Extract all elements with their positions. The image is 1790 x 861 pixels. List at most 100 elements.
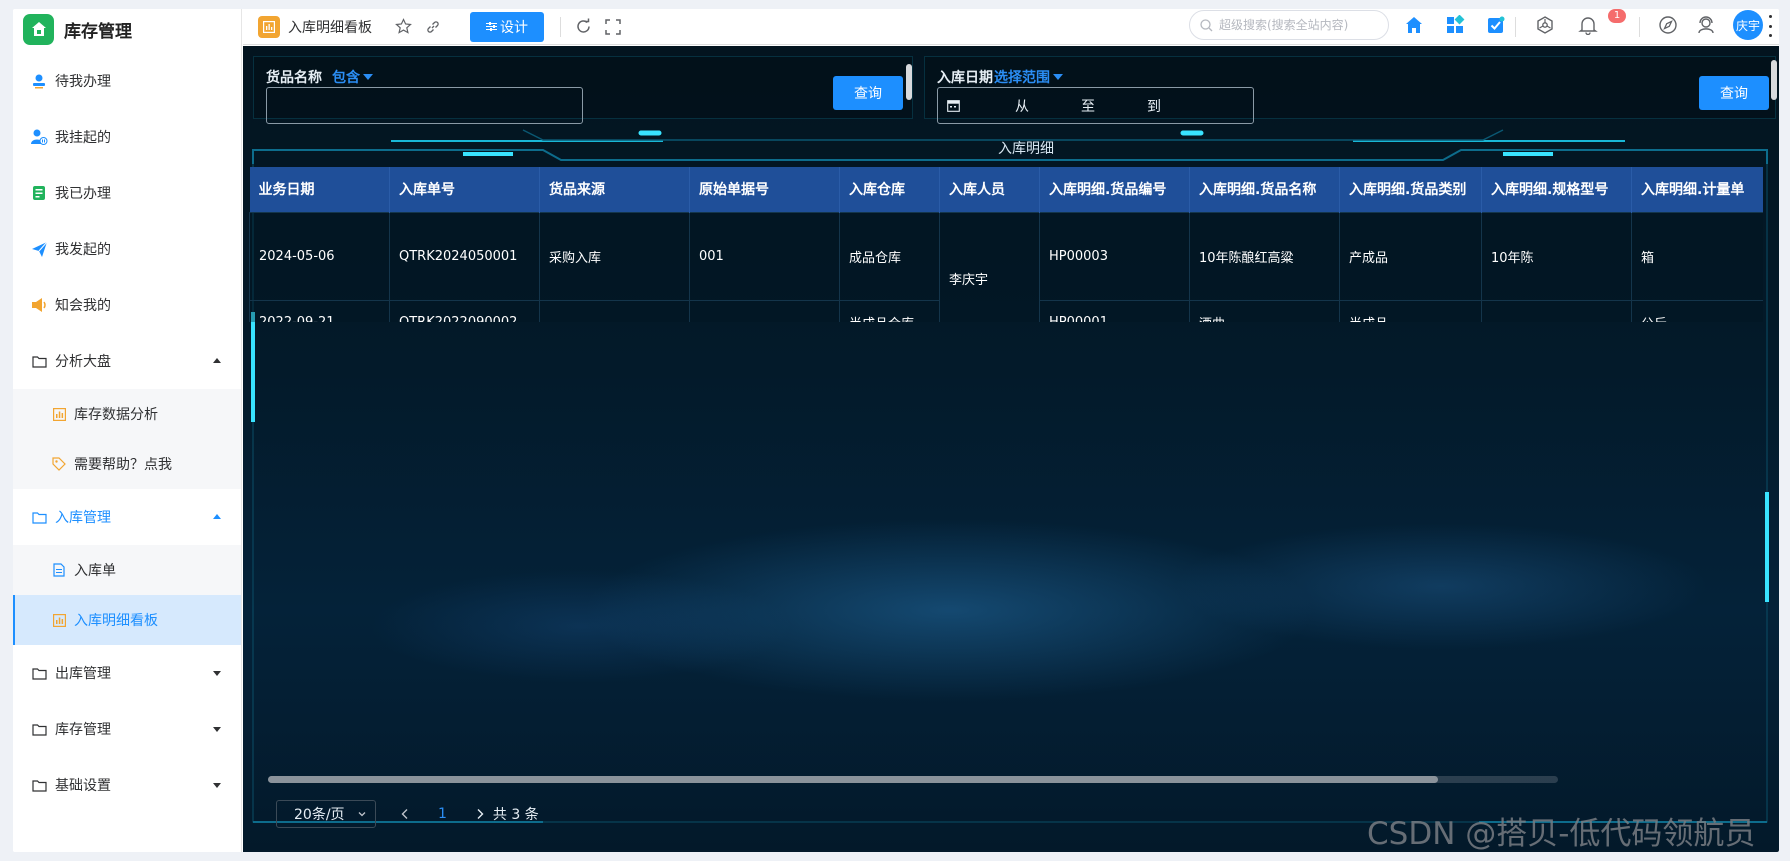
column-header[interactable]: 原始单据号: [689, 167, 840, 212]
expand-caret-icon: [213, 671, 221, 676]
product-name-input[interactable]: [266, 87, 583, 124]
filter-scrollbar[interactable]: [906, 64, 912, 100]
expand-caret-icon: [213, 783, 221, 788]
home-logo-icon: [23, 13, 54, 45]
column-header[interactable]: 入库仓库: [839, 167, 940, 212]
sidebar-group-inbound[interactable]: 入库管理: [13, 489, 241, 545]
dropdown-caret-icon: [1053, 74, 1063, 80]
table-cell: 半成品: [1339, 299, 1482, 322]
sidebar-item-label: 我已办理: [55, 186, 111, 202]
apps-icon[interactable]: [1443, 13, 1467, 37]
sidebar-group-label: 基础设置: [55, 778, 111, 794]
current-page[interactable]: 1: [438, 806, 447, 822]
send-icon: [30, 240, 48, 258]
filter-label: 入库日期: [937, 70, 993, 86]
sidebar-menu: 待我办理 我挂起的 我已办理 我发起的 知会我的 分析大盘 库存数据分析 需要帮…: [13, 53, 241, 813]
expand-caret-icon: [213, 727, 221, 732]
divider: [560, 16, 561, 37]
megaphone-icon: [30, 296, 48, 314]
filter-scrollbar[interactable]: [1771, 60, 1777, 100]
table-cell: 10年陈酿红高粱: [1189, 211, 1340, 301]
chart-icon: [51, 612, 67, 628]
sidebar-group-settings[interactable]: 基础设置: [13, 757, 241, 813]
star-icon[interactable]: [392, 16, 414, 38]
sidebar-item-done[interactable]: 我已办理: [13, 165, 241, 221]
sidebar-item-todo[interactable]: 待我办理: [13, 53, 241, 109]
sidebar-group-stock[interactable]: 库存管理: [13, 701, 241, 757]
more-menu-icon[interactable]: [1767, 15, 1773, 37]
folder-icon: [30, 508, 48, 526]
folder-icon: [30, 664, 48, 682]
column-header[interactable]: 入库明细.货品类别: [1339, 167, 1482, 212]
sidebar-item-label: 入库明细看板: [74, 613, 158, 629]
column-header[interactable]: 入库明细.货品编号: [1039, 167, 1190, 212]
date-from-text: 从: [1015, 98, 1029, 115]
scrollbar-thumb[interactable]: [268, 776, 1438, 783]
product-query-button[interactable]: 查询: [833, 76, 903, 110]
home-icon[interactable]: [1402, 13, 1426, 37]
sidebar-group-outbound[interactable]: 出库管理: [13, 645, 241, 701]
sidebar-group-analysis[interactable]: 分析大盘: [13, 333, 241, 389]
sidebar-item-notified[interactable]: 知会我的: [13, 277, 241, 333]
prev-page-icon[interactable]: [400, 808, 410, 820]
horizontal-scrollbar[interactable]: [268, 776, 1558, 783]
design-button[interactable]: 设计: [470, 11, 544, 42]
divider: [1639, 17, 1640, 37]
folder-icon: [30, 720, 48, 738]
date-range-picker[interactable]: 从 至 到: [937, 87, 1254, 124]
sidebar-item-inbound-dashboard[interactable]: 入库明细看板: [13, 595, 241, 645]
sidebar-group-label: 库存管理: [55, 722, 111, 738]
product-filter: 货品名称 包含: [253, 56, 913, 124]
refresh-icon[interactable]: [572, 16, 594, 38]
sidebar-item-suspended[interactable]: 我挂起的: [13, 109, 241, 165]
support-agent-icon[interactable]: [1694, 13, 1718, 37]
table-cell: [689, 299, 840, 322]
filter-label: 货品名称: [266, 70, 322, 86]
avatar[interactable]: 庆宇: [1733, 10, 1763, 40]
sidebar-item-label: 需要帮助？点我: [74, 457, 172, 473]
bell-icon[interactable]: [1576, 13, 1600, 37]
column-header[interactable]: 入库明细.货品名称: [1189, 167, 1340, 212]
sidebar-group-label: 分析大盘: [55, 354, 111, 370]
table-cell: HP00001: [1039, 299, 1190, 322]
brand[interactable]: 库存管理: [13, 9, 241, 49]
match-mode-dropdown[interactable]: 包含: [332, 67, 373, 87]
date-filter: 入库日期 选择范围 从 至 到: [924, 56, 1776, 124]
table-cell: 产成品: [1339, 211, 1482, 301]
task-check-icon[interactable]: [1484, 13, 1508, 37]
column-header[interactable]: 货品来源: [539, 167, 690, 212]
range-mode-label: 选择范围: [994, 70, 1050, 86]
sidebar-item-inventory-analysis[interactable]: 库存数据分析: [13, 389, 241, 439]
range-mode-dropdown[interactable]: 选择范围: [994, 67, 1063, 87]
table-cell: QTRK2022090002: [389, 299, 540, 322]
table-cell: HP00003: [1039, 211, 1190, 301]
next-page-icon[interactable]: [475, 808, 485, 820]
stamp-icon: [30, 72, 48, 90]
date-to-text: 到: [1147, 98, 1161, 115]
checklist-icon: [30, 184, 48, 202]
divider: [1515, 17, 1516, 37]
column-header[interactable]: 入库明细.计量单: [1631, 167, 1763, 212]
date-query-button[interactable]: 查询: [1699, 76, 1769, 110]
sidebar-item-initiated[interactable]: 我发起的: [13, 221, 241, 277]
table-cell: 2024-05-06: [249, 211, 390, 301]
hexagon-icon[interactable]: [1533, 13, 1557, 37]
global-search[interactable]: [1189, 10, 1389, 40]
column-header[interactable]: 入库人员: [939, 167, 1040, 212]
sidebar-item-label: 我挂起的: [55, 130, 111, 146]
sidebar-item-inbound-order[interactable]: 入库单: [13, 545, 241, 595]
sidebar-item-help[interactable]: 需要帮助？点我: [13, 439, 241, 489]
column-header[interactable]: 入库单号: [389, 167, 540, 212]
link-icon[interactable]: [422, 16, 444, 38]
compass-icon[interactable]: [1656, 13, 1680, 37]
sidebar-item-label: 知会我的: [55, 298, 111, 314]
sliders-icon: [486, 22, 497, 31]
fullscreen-icon[interactable]: [602, 16, 624, 38]
column-header[interactable]: 业务日期: [249, 167, 390, 212]
dashboard-tab-icon: [258, 15, 280, 38]
table-row[interactable]: 2024-05-06 QTRK2024050001 采购入库 001 成品仓库 …: [249, 211, 1763, 322]
page-size-select[interactable]: 20条/页: [276, 800, 376, 828]
search-input[interactable]: [1219, 18, 1379, 32]
column-header[interactable]: 入库明细.规格型号: [1481, 167, 1632, 212]
user-pause-icon: [30, 128, 48, 146]
